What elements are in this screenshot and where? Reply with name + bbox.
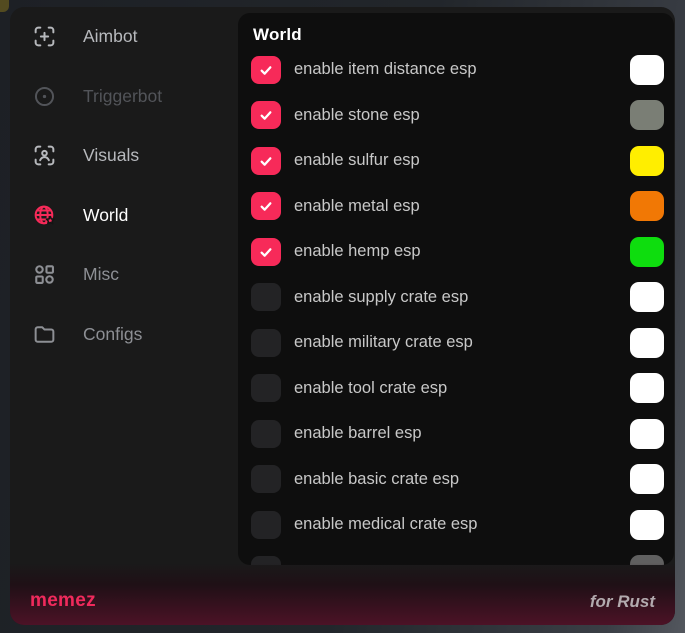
esp-row: enable sulfur esp bbox=[238, 138, 674, 184]
esp-checkbox[interactable] bbox=[251, 374, 281, 402]
sidebar-item-world[interactable]: World bbox=[10, 186, 238, 246]
misc-grid-icon bbox=[32, 262, 57, 287]
color-swatch[interactable] bbox=[630, 510, 664, 540]
color-swatch[interactable] bbox=[630, 191, 664, 221]
esp-row: enable barrel esp bbox=[238, 411, 674, 457]
configs-folder-icon bbox=[32, 322, 57, 347]
cheat-menu-window: Aimbot Triggerbot Visuals World Misc Con… bbox=[10, 7, 675, 625]
sidebar-item-misc[interactable]: Misc bbox=[10, 245, 238, 305]
sidebar-item-configs[interactable]: Configs bbox=[10, 305, 238, 365]
sidebar-item-aimbot[interactable]: Aimbot bbox=[10, 7, 238, 67]
esp-label: enable tool crate esp bbox=[294, 379, 447, 398]
esp-row: enable metal esp bbox=[238, 184, 674, 230]
esp-checkbox[interactable] bbox=[251, 329, 281, 357]
esp-row: enable medical crate esp bbox=[238, 502, 674, 548]
esp-label: enable metal esp bbox=[294, 197, 420, 216]
color-swatch[interactable] bbox=[630, 373, 664, 403]
esp-checkbox[interactable] bbox=[251, 192, 281, 220]
panel-title: World bbox=[253, 25, 674, 45]
esp-checkbox[interactable] bbox=[251, 56, 281, 84]
esp-label: enable barrel esp bbox=[294, 424, 422, 443]
esp-label: enable stone esp bbox=[294, 106, 420, 125]
world-panel: World enable item distance esp enable st… bbox=[238, 13, 674, 565]
visuals-face-scan-icon bbox=[32, 143, 57, 168]
esp-label: enable military crate esp bbox=[294, 333, 473, 352]
color-swatch[interactable] bbox=[630, 419, 664, 449]
world-globe-icon bbox=[32, 203, 57, 228]
triggerbot-circle-icon bbox=[32, 84, 57, 109]
esp-row: enable item distance esp bbox=[238, 47, 674, 93]
esp-label: enable hemp esp bbox=[294, 242, 421, 261]
esp-checkbox[interactable] bbox=[251, 511, 281, 539]
sidebar-item-visuals[interactable]: Visuals bbox=[10, 126, 238, 186]
esp-row: enable hemp esp bbox=[238, 229, 674, 275]
color-swatch[interactable] bbox=[630, 100, 664, 130]
color-swatch[interactable] bbox=[630, 55, 664, 85]
esp-row: enable stone esp bbox=[238, 93, 674, 139]
esp-checkbox[interactable] bbox=[251, 420, 281, 448]
esp-checkbox[interactable] bbox=[251, 238, 281, 266]
background-artifact bbox=[0, 0, 9, 12]
color-swatch[interactable] bbox=[630, 282, 664, 312]
esp-label: enable medical crate esp bbox=[294, 515, 477, 534]
brand-name: memez bbox=[30, 590, 96, 612]
sidebar-item-triggerbot[interactable]: Triggerbot bbox=[10, 67, 238, 127]
esp-row: enable military crate esp bbox=[238, 320, 674, 366]
esp-checkbox[interactable] bbox=[251, 283, 281, 311]
sidebar: Aimbot Triggerbot Visuals World Misc Con… bbox=[10, 7, 238, 364]
footer-tagline: for Rust bbox=[590, 592, 655, 612]
esp-row: enable tool crate esp bbox=[238, 366, 674, 412]
esp-row: enable supply crate esp bbox=[238, 275, 674, 321]
aimbot-crosshair-icon bbox=[32, 24, 57, 49]
esp-checkbox[interactable] bbox=[251, 101, 281, 129]
color-swatch[interactable] bbox=[630, 237, 664, 267]
color-swatch[interactable] bbox=[630, 464, 664, 494]
esp-label: enable basic crate esp bbox=[294, 470, 459, 489]
esp-checkbox[interactable] bbox=[251, 147, 281, 175]
esp-row-list: enable item distance esp enable stone es… bbox=[238, 47, 674, 565]
color-swatch[interactable] bbox=[630, 146, 664, 176]
esp-label: enable sulfur esp bbox=[294, 151, 420, 170]
footer-bar: memez for Rust bbox=[10, 563, 675, 625]
esp-checkbox[interactable] bbox=[251, 465, 281, 493]
color-swatch[interactable] bbox=[630, 328, 664, 358]
esp-row: enable basic crate esp bbox=[238, 457, 674, 503]
esp-label: enable supply crate esp bbox=[294, 288, 468, 307]
esp-label: enable item distance esp bbox=[294, 60, 477, 79]
